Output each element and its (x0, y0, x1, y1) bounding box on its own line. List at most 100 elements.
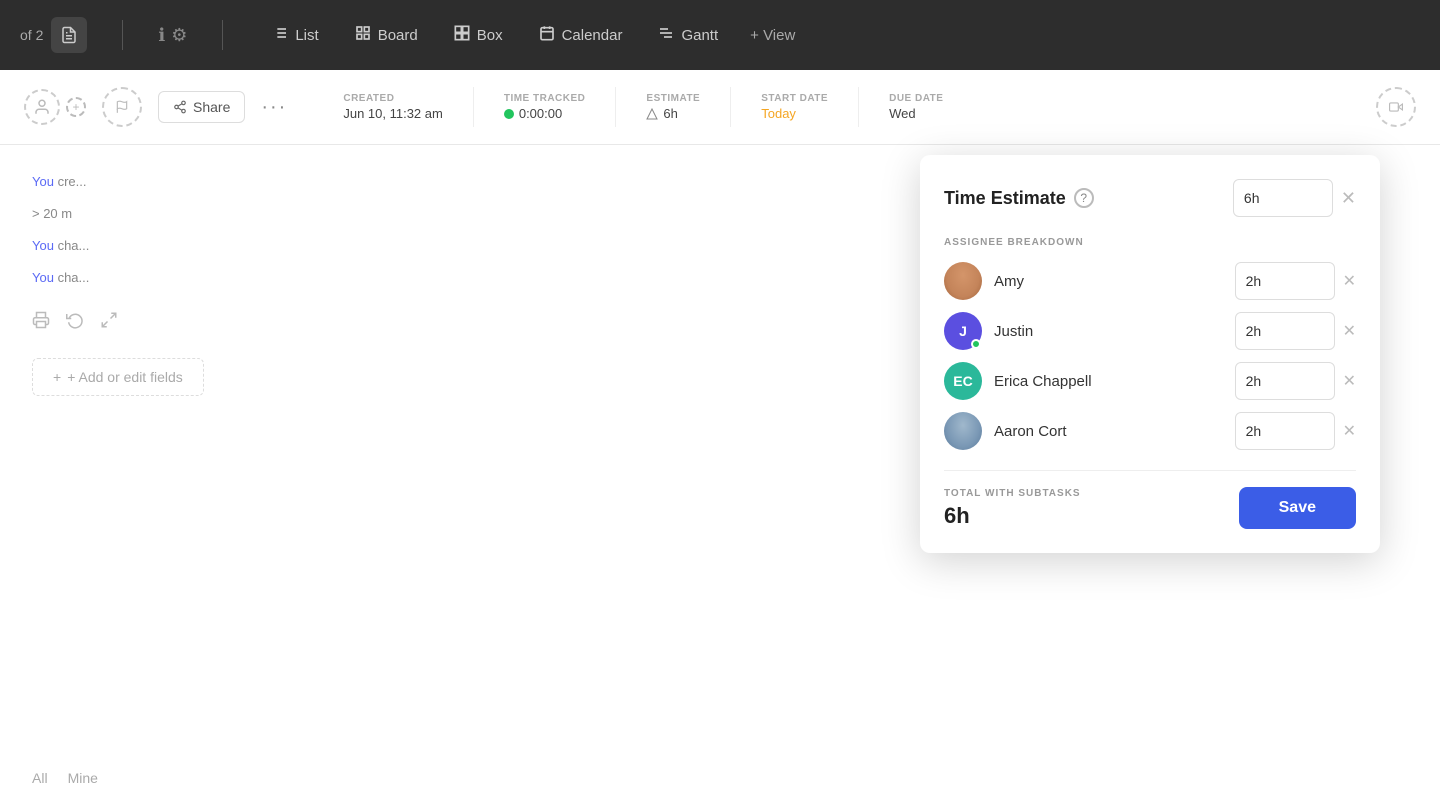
total-with-subtasks-value: 6h (944, 503, 1081, 529)
aaron-face (944, 412, 982, 450)
print-icon[interactable] (32, 311, 50, 334)
aaron-estimate-input[interactable] (1235, 412, 1335, 450)
time-tracked-value: 0:00:00 (504, 106, 586, 121)
justin-avatar-wrap: J (944, 312, 982, 350)
list-label: List (295, 27, 318, 44)
tab-mine[interactable]: Mine (68, 766, 98, 790)
meta-estimate[interactable]: ESTIMATE 6h (646, 93, 700, 121)
created-label: CREATED (343, 93, 443, 104)
main-content: You cre... > 20 m You cha... You cha... (0, 145, 1440, 810)
total-section: TOTAL WITH SUBTASKS 6h (944, 488, 1081, 529)
meta-sep-4 (858, 87, 859, 127)
assignee-row-aaron: Aaron Cort ✕ (944, 412, 1356, 450)
amy-name: Amy (994, 273, 1223, 290)
history-icon[interactable] (66, 311, 84, 334)
box-label: Box (477, 27, 503, 44)
due-date-value: Wed (889, 106, 943, 121)
justin-online-indicator (971, 339, 981, 349)
box-icon (454, 25, 470, 45)
created-value: Jun 10, 11:32 am (343, 106, 443, 121)
activity-you-3: You (32, 238, 54, 253)
aaron-name: Aaron Cort (994, 423, 1223, 440)
aaron-remove-button[interactable]: ✕ (1343, 421, 1356, 441)
aaron-input-wrap: ✕ (1235, 412, 1356, 450)
total-with-subtasks-label: TOTAL WITH SUBTASKS (944, 488, 1081, 499)
meta-due-date[interactable]: DUE DATE Wed (889, 93, 943, 121)
nav-add-view[interactable]: + View (740, 21, 805, 50)
timer-dot (504, 109, 514, 119)
erica-name: Erica Chappell (994, 373, 1223, 390)
meta-time-tracked: TIME TRACKED 0:00:00 (504, 93, 586, 121)
flag-button[interactable] (102, 87, 142, 127)
expand-icon[interactable] (100, 311, 118, 334)
time-estimate-popup: Time Estimate ? ✕ ASSIGNEE BREAKDOWN Amy… (920, 155, 1380, 553)
info-icon[interactable]: ℹ (158, 25, 165, 46)
list-icon (272, 25, 288, 46)
assignee-breakdown-label: ASSIGNEE BREAKDOWN (944, 237, 1356, 248)
nav-board[interactable]: Board (341, 19, 432, 51)
nav-calendar[interactable]: Calendar (525, 19, 637, 51)
time-tracked-label: TIME TRACKED (504, 93, 586, 104)
meta-items: CREATED Jun 10, 11:32 am TIME TRACKED 0:… (343, 87, 943, 127)
meta-created: CREATED Jun 10, 11:32 am (343, 93, 443, 121)
start-date-value: Today (761, 106, 828, 121)
assignee-area: + (24, 89, 86, 125)
total-estimate-input[interactable] (1233, 179, 1333, 217)
page-count: of 2 (20, 27, 43, 43)
video-button[interactable] (1376, 87, 1416, 127)
erica-estimate-input[interactable] (1235, 362, 1335, 400)
gantt-icon (658, 25, 674, 45)
activity-text-3: cha... (58, 238, 90, 253)
user-avatar-placeholder (24, 89, 60, 125)
popup-header: Time Estimate ? ✕ (944, 179, 1356, 217)
help-icon[interactable]: ? (1074, 188, 1094, 208)
amy-estimate-input[interactable] (1235, 262, 1335, 300)
popup-close-button[interactable]: ✕ (1341, 188, 1356, 209)
top-nav: of 2 ℹ ⚙ List (0, 0, 1440, 70)
erica-input-wrap: ✕ (1235, 362, 1356, 400)
justin-name: Justin (994, 323, 1223, 340)
bottom-tabs: All Mine (32, 766, 98, 790)
nav-list[interactable]: List (258, 19, 332, 52)
popup-title-area: Time Estimate ? (944, 188, 1094, 209)
tab-all[interactable]: All (32, 766, 48, 790)
start-date-label: START DATE (761, 93, 828, 104)
nav-box[interactable]: Box (440, 19, 517, 51)
save-button[interactable]: Save (1239, 487, 1356, 529)
add-fields-plus: + (53, 369, 61, 385)
popup-footer: TOTAL WITH SUBTASKS 6h Save (944, 470, 1356, 529)
settings-icon[interactable]: ⚙ (171, 25, 187, 46)
assignee-row-justin: J Justin ✕ (944, 312, 1356, 350)
due-date-label: DUE DATE (889, 93, 943, 104)
meta-sep-2 (615, 87, 616, 127)
erica-remove-button[interactable]: ✕ (1343, 371, 1356, 391)
amy-input-wrap: ✕ (1235, 262, 1356, 300)
amy-remove-button[interactable]: ✕ (1343, 271, 1356, 291)
page-icon[interactable] (51, 17, 87, 53)
justin-remove-button[interactable]: ✕ (1343, 321, 1356, 341)
nav-divider-2 (222, 20, 223, 50)
calendar-icon (539, 25, 555, 45)
total-input-wrap: ✕ (1233, 179, 1356, 217)
add-view-label: + View (750, 27, 795, 44)
popup-title: Time Estimate (944, 188, 1066, 209)
meta-start-date[interactable]: START DATE Today (761, 93, 828, 121)
calendar-label: Calendar (562, 27, 623, 44)
more-options-button[interactable]: ··· (261, 96, 287, 119)
meta-sep-1 (473, 87, 474, 127)
estimate-value: 6h (646, 106, 700, 121)
add-assignee-button[interactable]: + (66, 97, 86, 117)
board-label: Board (378, 27, 418, 44)
meta-sep-3 (730, 87, 731, 127)
assignee-row-erica: EC Erica Chappell ✕ (944, 362, 1356, 400)
activity-text-1: cre... (58, 174, 87, 189)
share-button[interactable]: Share (158, 91, 245, 123)
activity-time: > 20 m (32, 206, 72, 221)
activity-you-4: You (32, 270, 54, 285)
add-edit-fields-button[interactable]: + + Add or edit fields (32, 358, 204, 396)
nav-gantt[interactable]: Gantt (644, 19, 732, 51)
amy-face (944, 262, 982, 300)
activity-you-1: You (32, 174, 54, 189)
amy-avatar (944, 262, 982, 300)
justin-estimate-input[interactable] (1235, 312, 1335, 350)
